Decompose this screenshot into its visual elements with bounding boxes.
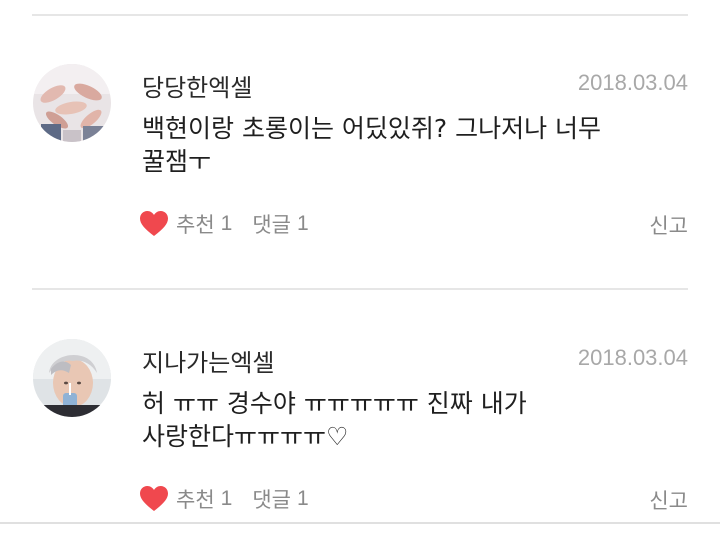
divider [32,14,688,16]
report-button[interactable]: 신고 [649,210,688,240]
heart-icon[interactable] [140,486,168,512]
heart-icon[interactable] [140,211,168,237]
comment-actions: 추천 1 댓글 1 [140,208,309,240]
divider [32,288,688,290]
report-button[interactable]: 신고 [649,485,688,515]
reply-button[interactable]: 댓글 [252,484,291,514]
reply-count: 1 [296,487,309,510]
divider [0,522,720,524]
hands-group-photo-icon [33,64,111,142]
comment-date: 2018.03.04 [577,345,688,370]
comment-date: 2018.03.04 [577,70,688,95]
comment-text: 허 ㅠㅠ 경수야 ㅠㅠㅠㅠㅠ 진짜 내가 사랑한다ㅠㅠㅠㅠ♡ [142,389,527,451]
reply-count: 1 [296,212,309,235]
nickname[interactable]: 당당한엑셀 [142,68,252,103]
recommend-count: 1 [220,487,233,510]
avatar[interactable] [33,64,111,142]
comment-text: 백현이랑 초롱이는 어딨있쥐? 그나저나 너무 꿀잼ㅜ [142,114,602,176]
avatar[interactable] [33,339,111,417]
recommend-count: 1 [220,212,233,235]
recommend-button[interactable]: 추천 [176,209,215,239]
reply-button[interactable]: 댓글 [252,209,291,239]
person-drinking-icon [33,339,111,417]
comment-list: 당당한엑셀 2018.03.04 백현이랑 초롱이는 어딨있쥐? 그나저나 너무… [0,0,720,540]
comment-actions: 추천 1 댓글 1 [140,483,309,515]
recommend-button[interactable]: 추천 [176,484,215,514]
nickname[interactable]: 지나가는엑셀 [142,343,274,378]
